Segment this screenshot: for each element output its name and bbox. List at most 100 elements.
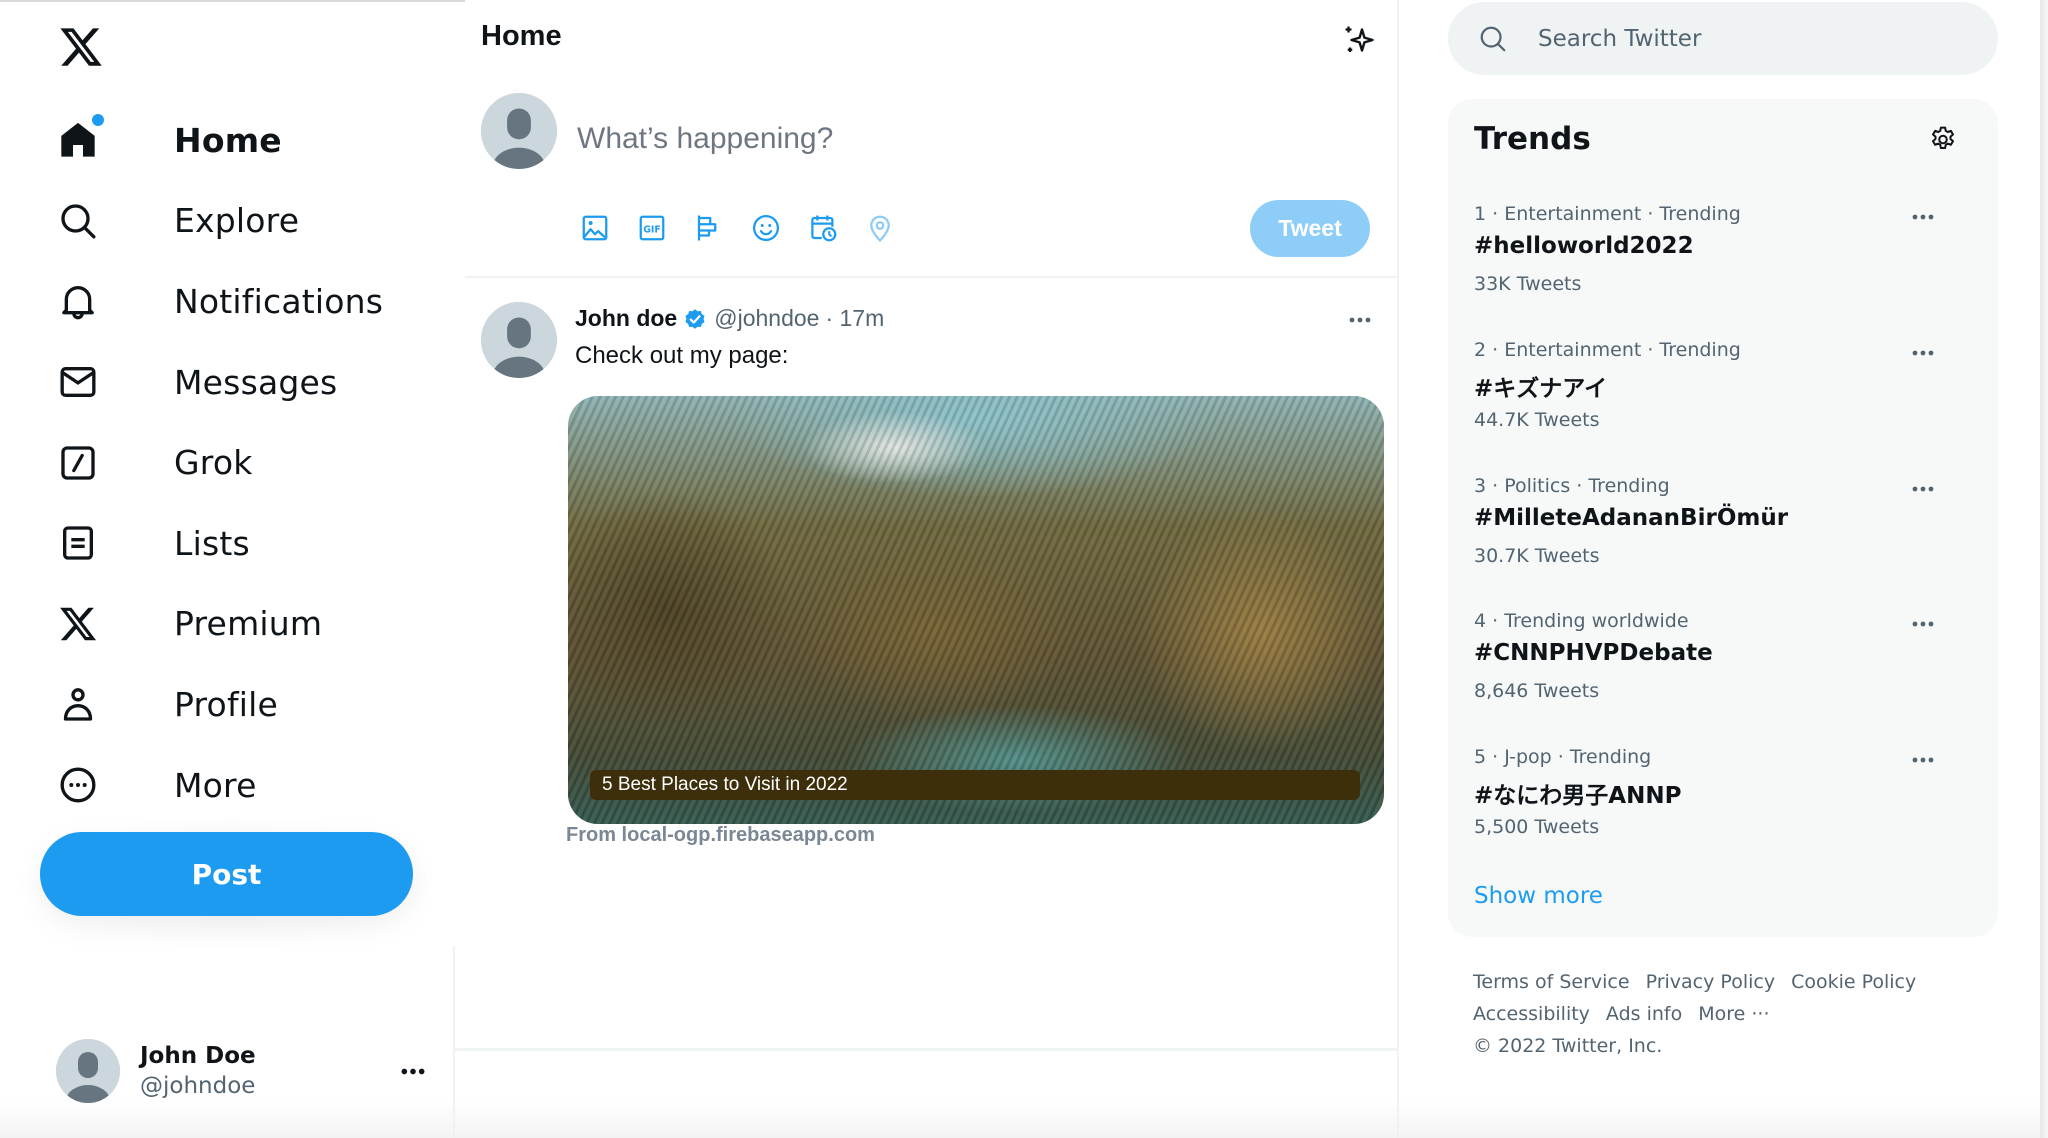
footer-link-accessibility[interactable]: Accessibility: [1473, 1003, 1590, 1025]
image-icon[interactable]: [577, 210, 613, 246]
notification-dot: [92, 114, 104, 127]
footer-link-privacy[interactable]: Privacy Policy: [1646, 971, 1775, 993]
more-horizontal-icon[interactable]: [1908, 479, 1938, 499]
tweet-timestamp[interactable]: · 17m: [825, 305, 884, 332]
trends-title: Trends: [1474, 121, 1591, 157]
bell-icon: [58, 281, 98, 321]
sidebar-item-label: Home: [174, 120, 282, 160]
sidebar-item-home[interactable]: Home: [58, 100, 383, 181]
sidebar-item-label: Lists: [174, 523, 250, 563]
post-button[interactable]: Post: [40, 832, 413, 916]
page-title: Home: [481, 20, 562, 52]
window-edge: [2040, 0, 2048, 1138]
emoji-icon[interactable]: [748, 210, 784, 246]
sidebar-item-label: Notifications: [174, 281, 384, 321]
trend-name: #CNNPHVPDebate: [1474, 640, 1713, 666]
trend-name: #MilleteAdananBirÖmür: [1474, 505, 1789, 531]
avatar[interactable]: [481, 93, 557, 169]
trend-meta: 3 · Politics · Trending: [1474, 475, 1670, 497]
sidebar-item-premium[interactable]: Premium: [58, 584, 383, 665]
trend-meta: 2 · Entertainment · Trending: [1474, 339, 1741, 361]
more-horizontal-icon[interactable]: [1908, 343, 1938, 363]
trend-item[interactable]: 3 · Politics · Trending #MilleteAdananBi…: [1448, 475, 1998, 605]
x-logo-icon[interactable]: [58, 24, 104, 70]
more-horizontal-icon[interactable]: [398, 1056, 428, 1086]
column-divider: [453, 946, 455, 1138]
avatar[interactable]: [481, 302, 557, 378]
search-box[interactable]: [1448, 2, 1998, 75]
poll-icon[interactable]: [691, 210, 727, 246]
sidebar-item-notifications[interactable]: Notifications: [58, 261, 383, 342]
more-horizontal-icon[interactable]: [1908, 207, 1938, 227]
link-preview-card[interactable]: 5 Best Places to Visit in 2022: [568, 396, 1384, 824]
grok-icon: [58, 443, 98, 483]
footer-link-terms[interactable]: Terms of Service: [1473, 971, 1630, 993]
more-horizontal-icon[interactable]: [1345, 308, 1375, 332]
search-input[interactable]: [1538, 25, 1958, 52]
footer-link-cookie[interactable]: Cookie Policy: [1791, 971, 1916, 993]
card-image: [568, 396, 1384, 824]
trend-meta: 5 · J-pop · Trending: [1474, 746, 1652, 768]
more-horizontal-icon[interactable]: [1908, 750, 1938, 770]
sidebar-item-label: Grok: [174, 443, 253, 483]
svg-text:GIF: GIF: [643, 224, 661, 235]
trend-item[interactable]: 2 · Entertainment · Trending #キズナアイ 44.7…: [1448, 339, 1998, 469]
more-horizontal-icon[interactable]: [1908, 614, 1938, 634]
sidebar-item-label: Messages: [174, 362, 338, 402]
list-icon: [58, 523, 98, 563]
tweet-button[interactable]: Tweet: [1250, 200, 1370, 257]
trend-name: #helloworld2022: [1474, 233, 1694, 259]
sidebar-item-explore[interactable]: Explore: [58, 181, 383, 262]
footer-link-ads-info[interactable]: Ads info: [1606, 1003, 1682, 1025]
footer-link-more[interactable]: More ···: [1698, 1003, 1769, 1025]
left-sidebar: Home Explore Notifications Messages Grok: [0, 0, 455, 1138]
trend-count: 5,500 Tweets: [1474, 816, 1600, 838]
sidebar-item-messages[interactable]: Messages: [58, 342, 383, 423]
trends-panel: Trends 1 · Entertainment · Trending #hel…: [1448, 99, 1998, 937]
divider: [453, 1048, 1399, 1051]
account-switcher[interactable]: John Doe @johndoe: [56, 1036, 428, 1106]
gif-icon[interactable]: GIF: [634, 210, 670, 246]
footer-links: Terms of Service Privacy Policy Cookie Pol…: [1473, 966, 1973, 1062]
location-icon[interactable]: [862, 210, 898, 246]
trend-count: 30.7K Tweets: [1474, 545, 1600, 567]
trend-count: 8,646 Tweets: [1474, 680, 1600, 702]
sparkle-icon[interactable]: [1341, 22, 1377, 58]
person-icon: [58, 684, 98, 724]
card-source[interactable]: From local-ogp.firebaseapp.com: [566, 824, 875, 847]
gear-icon[interactable]: [1928, 123, 1958, 153]
x-icon: [58, 604, 98, 644]
account-name: John Doe: [140, 1043, 256, 1069]
trend-name: #キズナアイ: [1474, 376, 1608, 402]
sidebar-item-lists[interactable]: Lists: [58, 503, 383, 584]
sidebar-item-label: Premium: [174, 604, 323, 644]
schedule-icon[interactable]: [805, 210, 841, 246]
trend-item[interactable]: 4 · Trending worldwide #CNNPHVPDebate 8,…: [1448, 610, 1998, 740]
account-handle: @johndoe: [140, 1073, 256, 1099]
more-circle-icon: [58, 765, 98, 805]
sidebar-item-profile[interactable]: Profile: [58, 664, 383, 745]
tweet-author-name[interactable]: John doe: [575, 305, 677, 332]
tweet[interactable]: John doe @johndoe · 17m Check out my pag…: [465, 278, 1399, 1048]
verified-badge-icon: [682, 306, 708, 332]
sidebar-item-grok[interactable]: Grok: [58, 422, 383, 503]
envelope-icon: [58, 362, 98, 402]
card-caption: 5 Best Places to Visit in 2022: [590, 770, 1360, 800]
trend-item[interactable]: 5 · J-pop · Trending #なにわ男子ANNP 5,500 Tw…: [1448, 746, 1998, 876]
search-icon: [58, 201, 98, 241]
trend-meta: 1 · Entertainment · Trending: [1474, 203, 1741, 225]
show-more-link[interactable]: Show more: [1474, 883, 1603, 909]
copyright: © 2022 Twitter, Inc.: [1473, 1035, 1663, 1057]
search-icon: [1478, 24, 1508, 54]
trend-name: #なにわ男子ANNP: [1474, 783, 1682, 809]
trend-item[interactable]: 1 · Entertainment · Trending #helloworld…: [1448, 203, 1998, 333]
tweet-handle[interactable]: @johndoe: [714, 305, 819, 332]
compose-toolbar: GIF: [577, 210, 919, 246]
home-feed: Home GIF Tweet John doe: [453, 0, 1399, 1138]
trend-count: 33K Tweets: [1474, 273, 1582, 295]
sidebar-item-label: Explore: [174, 201, 300, 241]
home-icon: [58, 114, 104, 160]
sidebar-item-label: Profile: [174, 684, 279, 724]
compose-input[interactable]: [577, 115, 1337, 163]
trend-meta: 4 · Trending worldwide: [1474, 610, 1689, 632]
